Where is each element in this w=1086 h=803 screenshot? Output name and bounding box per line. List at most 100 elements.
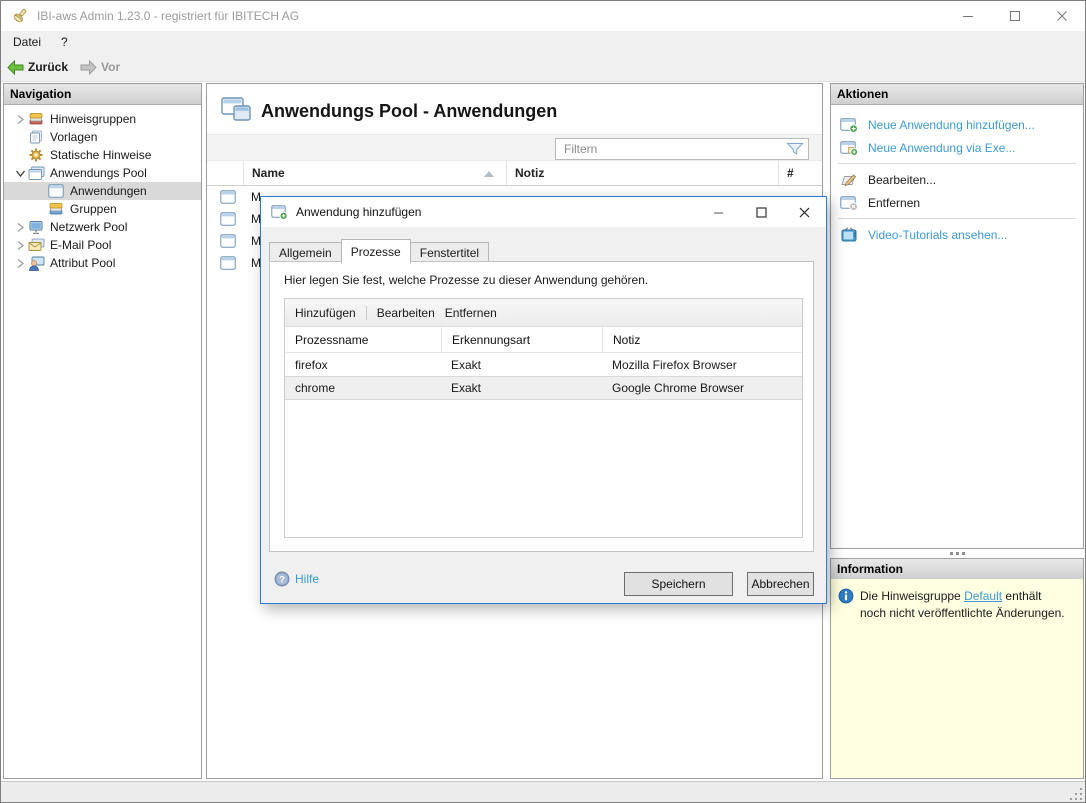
- dialog-footer: ? Hilfe Speichern Abbrechen: [261, 559, 826, 605]
- panel-splitter-handle[interactable]: [830, 549, 1084, 558]
- nav-item-label: Vorlagen: [50, 130, 97, 144]
- info-icon: [838, 588, 854, 604]
- dialog-close-button[interactable]: [783, 197, 826, 227]
- tab-description: Hier legen Sie fest, welche Prozesse zu …: [284, 273, 648, 287]
- chevron-right-icon[interactable]: [12, 255, 28, 271]
- chevron-right-icon[interactable]: [12, 237, 28, 253]
- tab-prozesse[interactable]: Prozesse: [341, 239, 411, 264]
- minimize-icon: [713, 207, 724, 218]
- filter-input[interactable]: [556, 142, 786, 156]
- help-icon: ?: [274, 571, 290, 587]
- nav-item-gruppen[interactable]: Gruppen: [4, 200, 201, 218]
- process-remove-button[interactable]: Entfernen: [445, 306, 507, 320]
- nav-item-statische-hinweise[interactable]: Statische Hinweise: [4, 146, 201, 164]
- save-button[interactable]: Speichern: [624, 572, 733, 596]
- maximize-icon: [1009, 10, 1021, 22]
- dialog-maximize-button[interactable]: [740, 197, 783, 227]
- close-icon: [799, 207, 810, 218]
- cancel-button[interactable]: Abbrechen: [747, 572, 814, 596]
- maximize-button[interactable]: [991, 1, 1038, 31]
- forward-button[interactable]: Vor: [74, 55, 126, 79]
- action-new-application-via-exe[interactable]: Neue Anwendung via Exe...: [831, 136, 1083, 159]
- process-name: firefox: [285, 358, 441, 372]
- filter-funnel-icon[interactable]: [786, 142, 804, 156]
- nav-item-email-pool[interactable]: E-Mail Pool: [4, 236, 201, 254]
- process-row-firefox[interactable]: firefox Exakt Mozilla Firefox Browser: [285, 353, 802, 376]
- count-column-header[interactable]: #: [778, 161, 822, 185]
- information-message: Die Hinweisgruppe Default enthält noch n…: [860, 588, 1065, 778]
- information-header: Information: [831, 559, 1083, 580]
- close-button[interactable]: [1038, 1, 1085, 31]
- process-add-button[interactable]: Hinzufügen: [285, 306, 366, 320]
- action-new-application[interactable]: Neue Anwendung hinzufügen...: [831, 113, 1083, 136]
- nav-item-hinweisgruppen[interactable]: Hinweisgruppen: [4, 110, 201, 128]
- nav-item-vorlagen[interactable]: Vorlagen: [4, 128, 201, 146]
- page-title: Anwendungs Pool - Anwendungen: [261, 101, 557, 122]
- action-video-tutorials[interactable]: Video-Tutorials ansehen...: [831, 223, 1083, 246]
- status-bar: [1, 781, 1085, 803]
- process-edit-button[interactable]: Bearbeiten: [367, 306, 445, 320]
- info-text-before: Die Hinweisgruppe: [860, 589, 964, 603]
- default-group-link[interactable]: Default: [964, 589, 1002, 603]
- groups-icon: [48, 201, 65, 217]
- application-icon: [220, 234, 236, 248]
- action-remove[interactable]: Entfernen: [831, 191, 1083, 214]
- notiz-column-header[interactable]: Notiz: [506, 161, 778, 185]
- nav-item-label: Attribut Pool: [50, 256, 115, 270]
- notiz-column-header[interactable]: Notiz: [602, 327, 802, 352]
- app-logo-icon: [11, 7, 29, 25]
- erkennungsart-column-header[interactable]: Erkennungsart: [441, 327, 602, 352]
- actions-header: Aktionen: [831, 84, 1083, 105]
- navigation-header: Navigation: [4, 84, 201, 105]
- tab-allgemein[interactable]: Allgemein: [269, 242, 342, 262]
- dialog-tabs: Allgemein Prozesse Fenstertitel: [269, 241, 488, 262]
- app-window: IBI-aws Admin 1.23.0 - registriert für I…: [0, 0, 1086, 803]
- back-button[interactable]: Zurück: [1, 55, 74, 79]
- information-panel: Information Die Hinweisgruppe Default en…: [830, 558, 1084, 779]
- chevron-right-icon[interactable]: [12, 111, 28, 127]
- menu-datei[interactable]: Datei: [5, 35, 49, 49]
- process-detection: Exakt: [441, 358, 602, 372]
- application-icon: [220, 256, 236, 270]
- navigation-panel: Navigation Hinweisgruppen: [3, 83, 202, 779]
- dialog-minimize-button[interactable]: [697, 197, 740, 227]
- tab-fenstertitel[interactable]: Fenstertitel: [410, 242, 489, 262]
- notiz-column-label: Notiz: [515, 166, 544, 180]
- forward-label: Vor: [101, 60, 120, 74]
- network-pool-icon: [28, 219, 45, 235]
- help-label: Hilfe: [295, 572, 319, 586]
- static-notices-icon: [28, 147, 45, 163]
- process-detection: Exakt: [441, 381, 602, 395]
- close-icon: [1056, 10, 1068, 22]
- prozessname-column-header[interactable]: Prozessname: [285, 327, 441, 352]
- menu-help[interactable]: ?: [53, 35, 76, 49]
- process-name: chrome: [285, 381, 441, 395]
- action-label: Neue Anwendung via Exe...: [868, 141, 1015, 155]
- resize-grip[interactable]: [1068, 786, 1082, 800]
- help-link[interactable]: ? Hilfe: [274, 571, 319, 587]
- name-column-header[interactable]: Name: [243, 161, 506, 185]
- process-row-chrome[interactable]: chrome Exakt Google Chrome Browser: [285, 376, 802, 400]
- nav-item-netzwerk-pool[interactable]: Netzwerk Pool: [4, 218, 201, 236]
- chevron-down-icon[interactable]: [12, 165, 28, 181]
- count-column-label: #: [787, 166, 794, 180]
- navigation-tree: Hinweisgruppen Vorlagen: [4, 105, 201, 272]
- notice-groups-icon: [28, 111, 45, 127]
- nav-item-attribut-pool[interactable]: Attribut Pool: [4, 254, 201, 272]
- dialog-title-bar: Anwendung hinzufügen: [261, 197, 826, 227]
- new-application-icon: [840, 117, 859, 133]
- nav-item-anwendungen[interactable]: Anwendungen: [4, 182, 201, 200]
- action-label: Neue Anwendung hinzufügen...: [868, 118, 1035, 132]
- nav-item-anwendungs-pool[interactable]: Anwendungs Pool: [4, 164, 201, 182]
- chevron-right-icon[interactable]: [12, 219, 28, 235]
- action-edit[interactable]: Bearbeiten...: [831, 168, 1083, 191]
- add-application-dialog: Anwendung hinzufügen Allgemein Prozesse …: [260, 196, 827, 604]
- maximize-icon: [756, 207, 767, 218]
- nav-item-label: Hinweisgruppen: [50, 112, 136, 126]
- filter-field[interactable]: [555, 138, 809, 160]
- minimize-button[interactable]: [944, 1, 991, 31]
- applications-table-header: Name Notiz #: [207, 161, 822, 186]
- icon-column-header[interactable]: [207, 161, 243, 185]
- nav-item-label: Anwendungen: [70, 184, 147, 198]
- actions-panel: Aktionen Neue Anwendung hinzufügen...: [830, 83, 1084, 549]
